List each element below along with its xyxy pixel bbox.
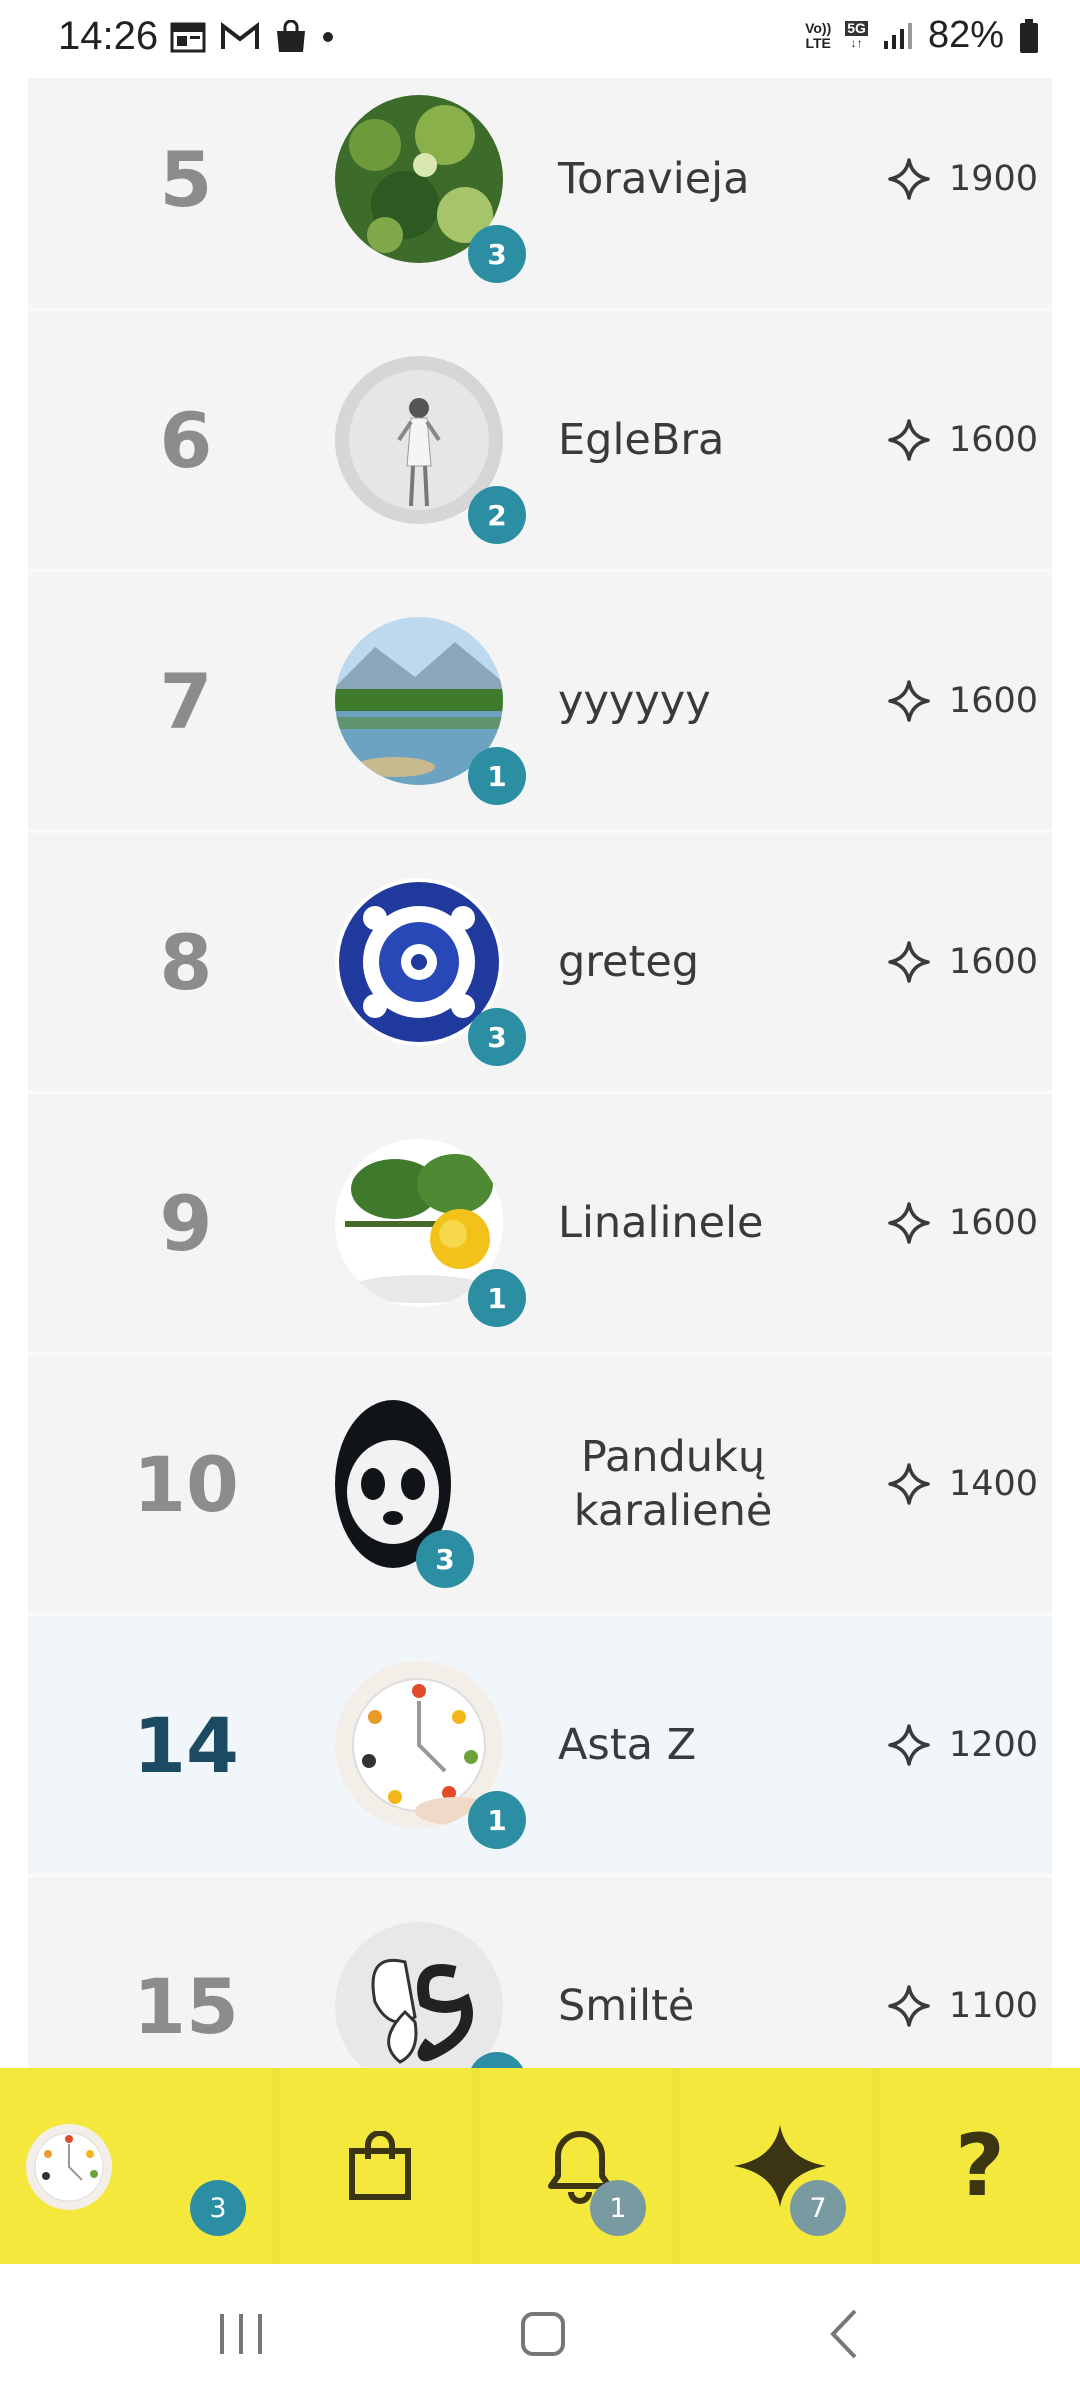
leaderboard-row[interactable]: 7 1 yyyyyy 1600	[28, 572, 1052, 833]
status-notification-icons	[170, 20, 334, 54]
dot-icon	[323, 32, 333, 42]
user-avatar[interactable]	[335, 1922, 503, 2068]
points-value: 1600	[948, 420, 1038, 460]
status-time: 14:26	[58, 14, 159, 58]
points-value: 1200	[948, 1725, 1038, 1765]
home-button[interactable]	[508, 2304, 578, 2364]
user-name: Asta Z	[558, 1720, 697, 1770]
shopping-bag-icon	[277, 20, 305, 52]
nav-help[interactable]: ?	[880, 2068, 1080, 2264]
points-value: 1400	[948, 1464, 1038, 1504]
profile-badge: 3	[190, 2180, 246, 2236]
user-name: Linalinele	[558, 1198, 764, 1248]
gmail-icon	[221, 22, 259, 49]
notifications-badge: 1	[590, 2180, 646, 2236]
level-badge: 1	[468, 1791, 526, 1849]
level-badge: 3	[468, 225, 526, 283]
shopping-bag-icon	[349, 2131, 411, 2200]
recent-apps-button[interactable]	[206, 2304, 276, 2364]
home-icon	[521, 2312, 565, 2356]
sparkle-star-icon	[888, 158, 930, 200]
recent-apps-icon	[220, 2314, 262, 2354]
back-arrow-icon	[830, 2309, 857, 2359]
leaderboard-row[interactable]: 9 1 Linalinele 1600	[28, 1094, 1052, 1355]
nav-stars[interactable]: 7	[680, 2068, 880, 2264]
leaderboard-row[interactable]: 15 2 Smiltė 1100	[28, 1877, 1052, 2068]
points-value: 1100	[948, 1986, 1038, 2026]
user-name: EgleBra	[558, 415, 725, 465]
system-navigation-bar	[0, 2264, 1080, 2400]
rank-number: 8	[159, 917, 213, 1007]
sparkle-star-icon	[888, 1985, 930, 2027]
points-display: 1600	[868, 311, 1038, 569]
level-badge: 3	[416, 1530, 474, 1588]
rank-number: 9	[159, 1178, 213, 1268]
rank-number: 5	[159, 134, 213, 224]
level-badge: 1	[468, 1269, 526, 1327]
battery-icon	[1020, 18, 1038, 53]
volte-top: Vo))	[805, 19, 832, 36]
points-display: 1100	[868, 1877, 1038, 2068]
signal-icon	[883, 22, 912, 49]
points-display: 1600	[868, 1094, 1038, 1352]
nav-profile[interactable]: 3	[0, 2068, 280, 2264]
sparkle-star-icon	[888, 941, 930, 983]
points-display: 1600	[868, 572, 1038, 830]
user-name: Smiltė	[558, 1981, 695, 2031]
back-button[interactable]	[810, 2304, 880, 2364]
volte-indicator: Vo)) LTE	[805, 19, 832, 51]
calendar-icon	[170, 22, 206, 53]
status-bar: 14:26 Vo)) LTE 5G ↓↑ 82%	[0, 0, 1080, 78]
rank-number: 7	[159, 656, 213, 746]
level-badge: 2	[468, 486, 526, 544]
rank-number: 6	[159, 395, 213, 485]
points-display: 1900	[868, 78, 1038, 308]
points-value: 1600	[948, 942, 1038, 982]
leaderboard-row[interactable]: 6 2 EgleBra 1600	[28, 311, 1052, 572]
bottom-navigation: 3 1 7 ?	[0, 2068, 1080, 2264]
avatar-butterfly-image	[335, 1922, 503, 2068]
leaderboard-row[interactable]: 5 3 Toravieja 1900	[28, 78, 1052, 311]
leaderboard-row-current-user[interactable]: 14 1 Asta Z 1200	[28, 1616, 1052, 1877]
sparkle-star-icon	[888, 1202, 930, 1244]
volte-bottom: LTE	[805, 34, 831, 51]
points-display: 1400	[868, 1355, 1038, 1613]
5g-label: 5G	[845, 19, 868, 36]
sparkle-star-icon	[888, 680, 930, 722]
level-badge: 1	[468, 747, 526, 805]
battery-percent: 82%	[927, 14, 1004, 56]
profile-avatar[interactable]	[26, 2124, 112, 2210]
sparkle-star-icon	[888, 1724, 930, 1766]
help-icon: ?	[955, 2116, 1005, 2216]
points-value: 1900	[948, 159, 1038, 199]
user-name: greteg	[558, 937, 700, 987]
leaderboard-list[interactable]: 5 3 Toravieja 1900 6 2 EgleBra 1600 7 1 …	[28, 78, 1052, 2068]
user-name: Toravieja	[558, 154, 750, 204]
sparkle-star-icon	[888, 1463, 930, 1505]
nav-shop[interactable]	[280, 2068, 480, 2264]
user-name: Pandukų karalienė	[573, 1432, 773, 1536]
points-value: 1600	[948, 681, 1038, 721]
points-display: 1200	[868, 1616, 1038, 1874]
points-display: 1600	[868, 833, 1038, 1091]
nav-notifications[interactable]: 1	[480, 2068, 680, 2264]
rank-number: 10	[133, 1439, 239, 1529]
stars-badge: 7	[790, 2180, 846, 2236]
5g-indicator: 5G ↓↑	[845, 19, 868, 50]
user-name: yyyyyy	[558, 676, 711, 726]
avatar-food-plate-image	[26, 2124, 112, 2210]
sparkle-star-icon	[888, 419, 930, 461]
level-badge: 3	[468, 1008, 526, 1066]
leaderboard-row[interactable]: 10 3 Pandukų karalienė 1400	[28, 1355, 1052, 1616]
points-value: 1600	[948, 1203, 1038, 1243]
rank-number: 15	[133, 1961, 239, 2051]
status-right: Vo)) LTE 5G ↓↑ 82%	[805, 14, 1040, 57]
leaderboard-row[interactable]: 8 3 greteg 1600	[28, 833, 1052, 1094]
rank-number: 14	[133, 1700, 239, 1790]
